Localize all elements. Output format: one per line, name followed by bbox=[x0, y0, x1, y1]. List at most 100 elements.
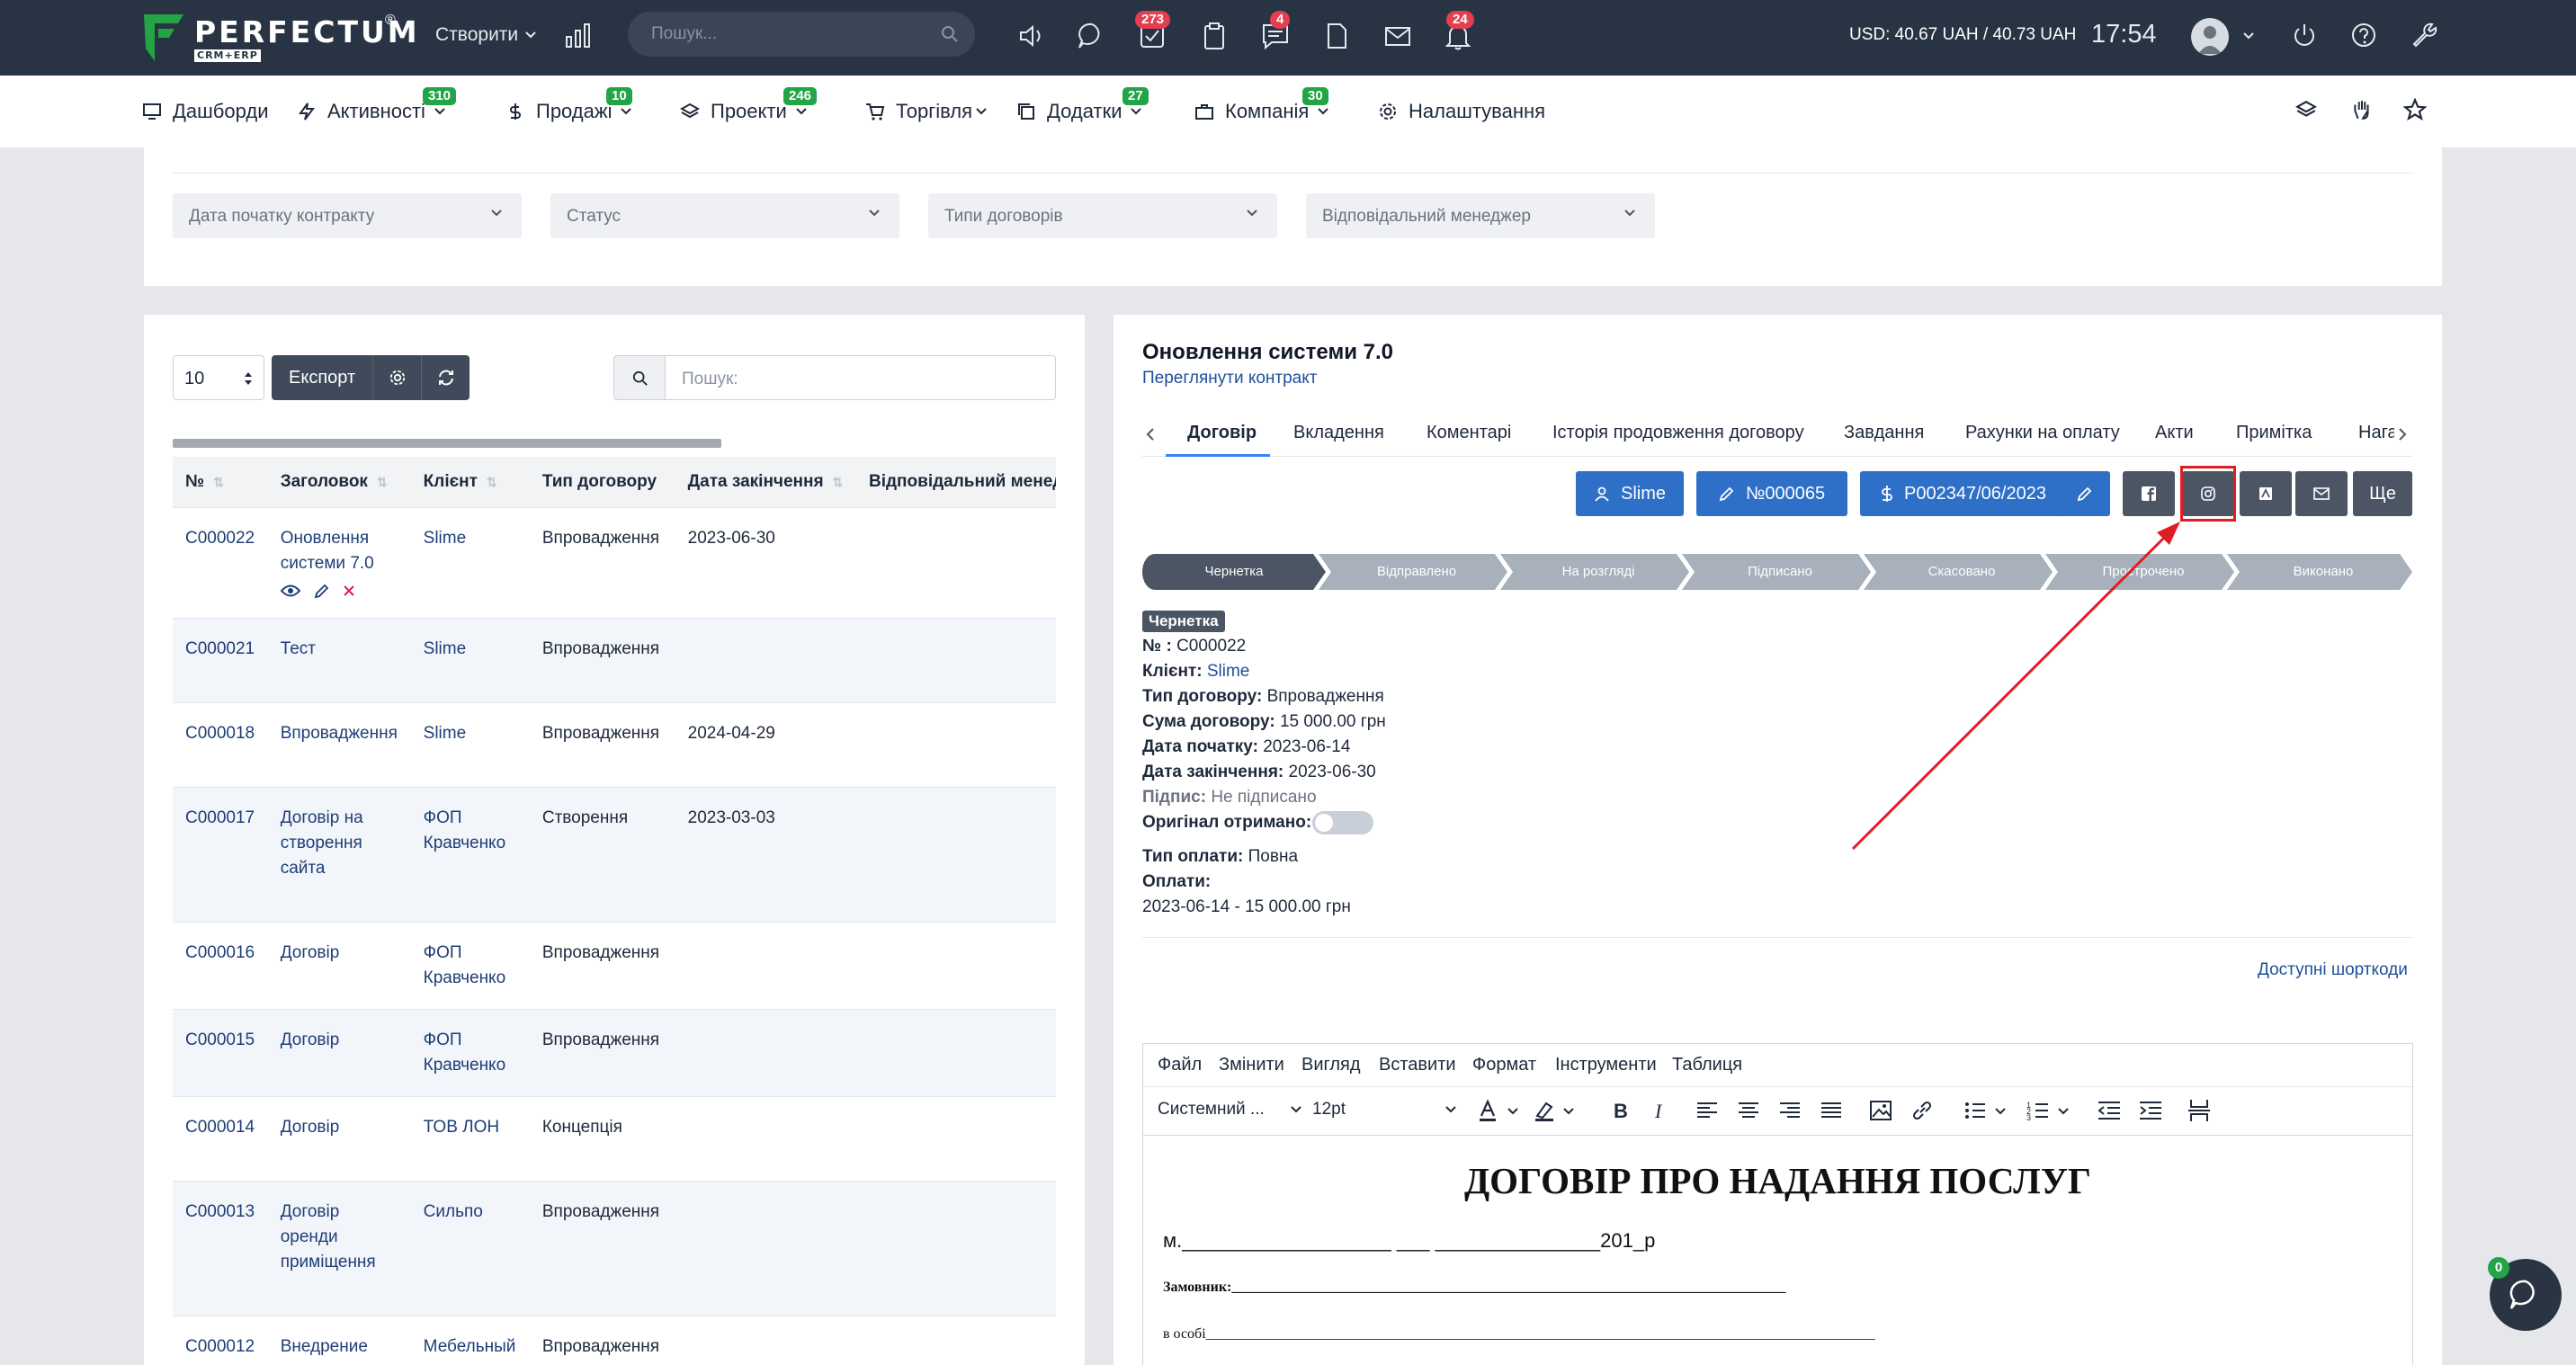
pipeline-step-draft[interactable]: Чернетка bbox=[1142, 564, 1326, 579]
volume-icon[interactable] bbox=[1016, 20, 1049, 52]
tab-renewal-history[interactable]: Історія продовження договору bbox=[1552, 423, 1804, 443]
global-search-input[interactable]: Пошук... bbox=[628, 12, 975, 57]
pipeline-step-done[interactable]: Виконано bbox=[2234, 564, 2412, 579]
bullet-list-icon[interactable] bbox=[1963, 1098, 2014, 1123]
help-icon[interactable] bbox=[2348, 19, 2380, 51]
text-color-icon[interactable] bbox=[1478, 1098, 1526, 1123]
filter-status[interactable]: Статус bbox=[550, 193, 899, 238]
pipeline-step-sent[interactable]: Відправлено bbox=[1326, 564, 1507, 579]
cell-client[interactable]: ФОП Кравченко bbox=[410, 1009, 530, 1097]
tab-note[interactable]: Примітка bbox=[2236, 423, 2312, 443]
chevron-down-icon[interactable] bbox=[2243, 32, 2254, 40]
create-menu[interactable]: Створити bbox=[435, 24, 536, 46]
cell-title[interactable]: Договір оренди приміщення bbox=[267, 1181, 411, 1316]
table-row[interactable]: C000015 Договір ФОП Кравченко Впроваджен… bbox=[173, 1009, 1056, 1097]
original-received-toggle[interactable] bbox=[1312, 811, 1373, 834]
clipboard-icon[interactable] bbox=[1198, 20, 1230, 52]
font-size-select[interactable]: 12pt bbox=[1312, 1100, 1456, 1120]
cell-number[interactable]: C000013 bbox=[173, 1181, 268, 1316]
table-row[interactable]: C000022 Оновлення системи 7.0 Slime Впро… bbox=[173, 507, 1056, 619]
tab-invoices[interactable]: Рахунки на оплату bbox=[1965, 423, 2120, 443]
nav-projects[interactable]: Проекти 246 bbox=[680, 87, 818, 125]
pipeline-step-signed[interactable]: Підписано bbox=[1689, 564, 1871, 579]
chevron-right-icon[interactable] bbox=[2398, 428, 2407, 441]
layers-icon[interactable] bbox=[2295, 99, 2317, 120]
refresh-button[interactable] bbox=[421, 355, 470, 400]
cell-client[interactable]: Slime bbox=[410, 702, 530, 788]
view-contract-link[interactable]: Переглянути контракт bbox=[1142, 369, 1317, 388]
bold-icon[interactable]: B bbox=[1609, 1098, 1631, 1123]
user-avatar[interactable] bbox=[2191, 18, 2229, 56]
more-button[interactable]: Ще bbox=[2353, 471, 2412, 516]
cell-client[interactable]: ФОП Кравченко bbox=[410, 922, 530, 1010]
filter-contract-start-date[interactable]: Дата початку контракту bbox=[173, 193, 522, 238]
cell-number[interactable]: C000014 bbox=[173, 1096, 268, 1182]
hand-icon[interactable] bbox=[2351, 99, 2373, 120]
table-search-input[interactable]: Пошук: bbox=[666, 355, 1056, 400]
wrench-icon[interactable] bbox=[2407, 19, 2439, 51]
cell-title[interactable]: Договір на створення сайта bbox=[267, 787, 411, 923]
filter-responsible-manager[interactable]: Відповідальний менеджер bbox=[1306, 193, 1655, 238]
email-button[interactable] bbox=[2295, 471, 2348, 516]
invoice-button[interactable]: P002347/06/2023 bbox=[1860, 471, 2067, 516]
outdent-icon[interactable] bbox=[2097, 1098, 2122, 1123]
cell-title[interactable]: Тест bbox=[267, 618, 411, 703]
horizontal-scrollbar[interactable] bbox=[173, 439, 721, 448]
pipeline-step-cancelled[interactable]: Скасовано bbox=[1871, 564, 2053, 579]
align-center-icon[interactable] bbox=[1737, 1098, 1760, 1123]
menu-file[interactable]: Файл bbox=[1158, 1055, 1202, 1075]
edit-icon[interactable] bbox=[313, 584, 329, 600]
image-icon[interactable] bbox=[1868, 1098, 1893, 1123]
document-icon[interactable] bbox=[1320, 20, 1353, 52]
align-left-icon[interactable] bbox=[1695, 1098, 1719, 1123]
cell-number[interactable]: C000017 bbox=[173, 787, 268, 923]
cell-title[interactable]: Договір bbox=[267, 1096, 411, 1182]
pipeline-step-overdue[interactable]: Прострочено bbox=[2053, 564, 2234, 579]
nav-apps[interactable]: Додатки 27 bbox=[1016, 87, 1152, 125]
logo[interactable]: PERFECTUM ® CRM+ERP bbox=[142, 11, 417, 65]
col-manager[interactable]: Відповідальний менеджер bbox=[856, 457, 1056, 508]
cell-number[interactable]: C000012 bbox=[173, 1316, 268, 1365]
menu-insert[interactable]: Вставити bbox=[1379, 1055, 1456, 1075]
col-end-date[interactable]: Дата закінчення ⇅ bbox=[675, 457, 856, 508]
client-link[interactable]: Slime bbox=[1207, 662, 1250, 681]
menu-format[interactable]: Формат bbox=[1472, 1055, 1536, 1075]
cell-number[interactable]: C000021 bbox=[173, 618, 268, 703]
cell-title[interactable]: Оновлення системи 7.0 bbox=[267, 507, 411, 619]
cell-number[interactable]: C000022 bbox=[173, 507, 268, 619]
nav-dashboards[interactable]: Дашборди bbox=[142, 98, 268, 125]
contract-number-button[interactable]: №000065 bbox=[1696, 471, 1847, 516]
menu-table[interactable]: Таблиця bbox=[1672, 1055, 1742, 1075]
cell-title[interactable]: Договір bbox=[267, 922, 411, 1010]
document-body[interactable]: ДОГОВІР ПРО НАДАННЯ ПОСЛУГ м.___________… bbox=[1143, 1136, 2412, 1365]
col-client[interactable]: Клієнт ⇅ bbox=[410, 457, 530, 508]
chart-icon[interactable] bbox=[565, 22, 592, 48]
font-family-select[interactable]: Системний ... bbox=[1158, 1100, 1301, 1120]
nav-settings[interactable]: Налаштування bbox=[1378, 98, 1545, 125]
filter-contract-types[interactable]: Типи договорів bbox=[928, 193, 1277, 238]
menu-edit[interactable]: Змінити bbox=[1219, 1055, 1284, 1075]
tab-rewards[interactable]: Нага bbox=[2358, 423, 2394, 443]
power-icon[interactable] bbox=[2288, 19, 2321, 51]
indent-icon[interactable] bbox=[2138, 1098, 2163, 1123]
cell-title[interactable]: Впровадження bbox=[267, 702, 411, 788]
pdf-button[interactable] bbox=[2240, 471, 2292, 516]
nav-sales[interactable]: Продажі 10 bbox=[505, 87, 642, 125]
cell-client[interactable]: Мебельный мир bbox=[410, 1316, 530, 1365]
cell-number[interactable]: C000015 bbox=[173, 1009, 268, 1097]
tab-acts[interactable]: Акти bbox=[2155, 423, 2194, 443]
table-row[interactable]: C000016 Договір ФОП Кравченко Впроваджен… bbox=[173, 922, 1056, 1010]
link-icon[interactable] bbox=[1910, 1098, 1935, 1123]
cell-number[interactable]: C000018 bbox=[173, 702, 268, 788]
col-contract-type[interactable]: Тип договору bbox=[529, 457, 675, 508]
chevron-left-icon[interactable] bbox=[1146, 428, 1155, 441]
export-button[interactable]: Експорт bbox=[272, 355, 372, 400]
menu-view[interactable]: Вигляд bbox=[1301, 1055, 1361, 1075]
col-title[interactable]: Заголовок ⇅ bbox=[267, 457, 411, 508]
tab-contract[interactable]: Договір bbox=[1187, 423, 1257, 443]
italic-icon[interactable]: I bbox=[1649, 1098, 1670, 1123]
col-number[interactable]: № ⇅ bbox=[173, 457, 268, 508]
table-row[interactable]: C000021 Тест Slime Впровадження bbox=[173, 618, 1056, 703]
row-title[interactable]: Оновлення системи 7.0 bbox=[281, 526, 398, 576]
table-row[interactable]: C000012 Внедрение модуля Мебельный мир В… bbox=[173, 1316, 1056, 1365]
